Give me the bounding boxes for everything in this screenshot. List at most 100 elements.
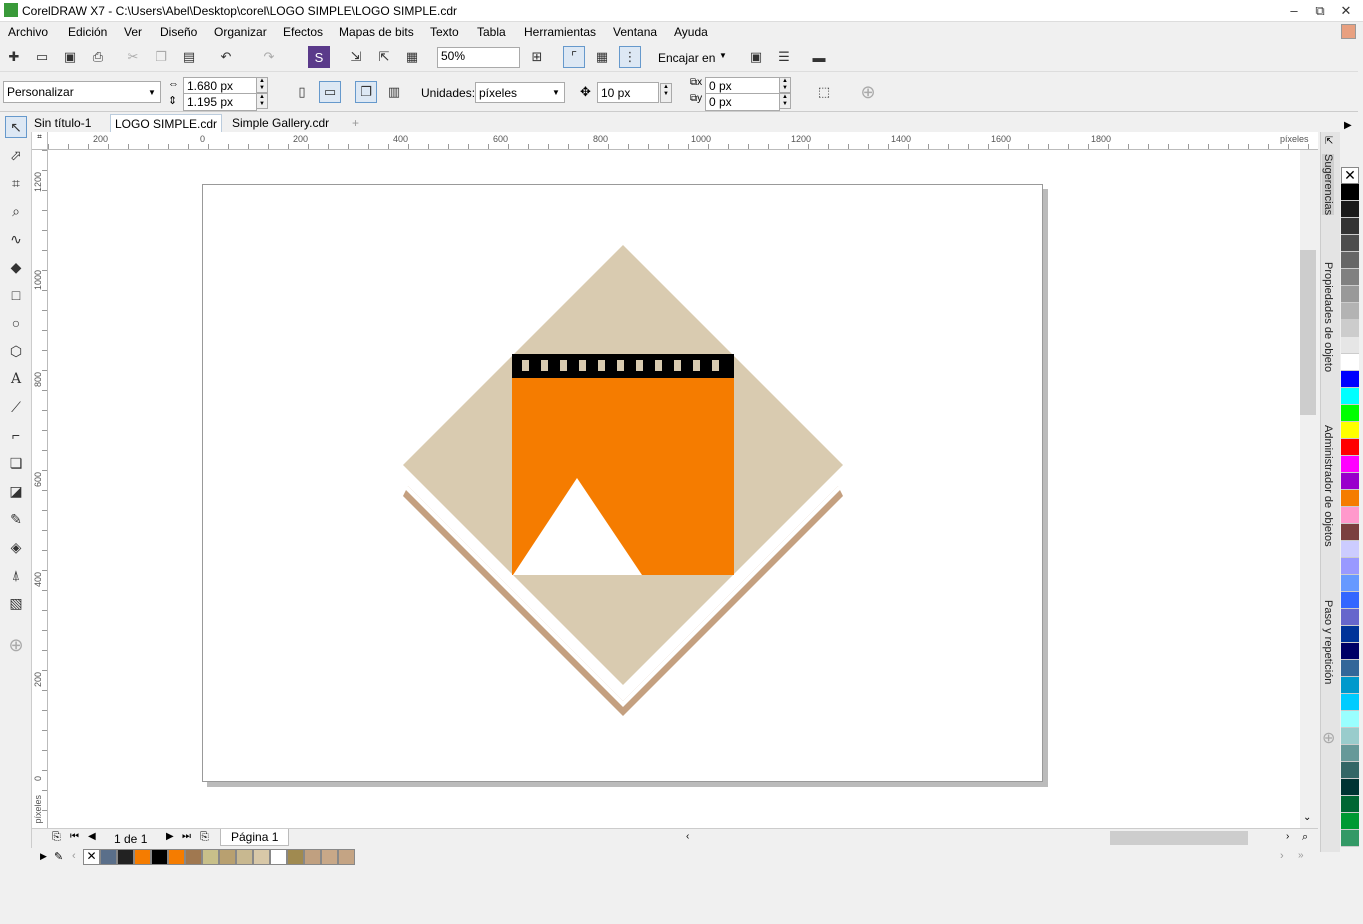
menu-ver[interactable]: Ver (124, 25, 142, 39)
palette-swatch[interactable] (1341, 762, 1359, 779)
add-page-after-icon[interactable]: ⎘ (200, 831, 209, 844)
palette-swatch[interactable] (1341, 626, 1359, 643)
import-icon[interactable]: ⇲ (345, 46, 367, 68)
palette-swatch[interactable] (1341, 660, 1359, 677)
palette-swatch[interactable] (1341, 286, 1359, 303)
height-spinner[interactable]: ▲ ▼ (256, 93, 268, 109)
add-docker-icon[interactable]: ⊕ (1322, 728, 1335, 748)
docpal-swatch[interactable] (338, 849, 355, 865)
palette-swatch[interactable] (1341, 643, 1359, 660)
palette-swatch[interactable] (1341, 439, 1359, 456)
zoom-select[interactable]: 50% (437, 47, 520, 68)
rectangle-tool-icon[interactable]: □ (5, 284, 27, 306)
cut-icon[interactable]: ✂ (122, 46, 144, 68)
prev-page-icon[interactable]: ◀ (88, 831, 96, 842)
shape-tool-icon[interactable]: ⬀ (5, 144, 27, 166)
palette-swatch[interactable] (1341, 473, 1359, 490)
docpal-no-color[interactable]: ✕ (83, 849, 100, 865)
page-tab[interactable]: Página 1 (220, 829, 290, 846)
color-eyedropper-icon[interactable]: ✎ (5, 508, 27, 530)
palette-swatch[interactable] (1341, 320, 1359, 337)
logo-artwork[interactable] (400, 243, 845, 723)
docpal-swatch[interactable] (202, 849, 219, 865)
docpal-eyedropper-icon[interactable]: ✎ (54, 850, 63, 863)
zoom-fit-icon[interactable]: ⊞ (526, 46, 548, 68)
docpal-back-icon[interactable]: ‹ (72, 850, 76, 862)
palette-swatch[interactable] (1341, 813, 1359, 830)
palette-swatch[interactable] (1341, 745, 1359, 762)
palette-arrow-icon[interactable]: ▶ (1344, 120, 1352, 131)
scroll-thumb[interactable] (1300, 250, 1316, 415)
transparency-icon[interactable]: ◪ (5, 480, 27, 502)
menu-mapas-de-bits[interactable]: Mapas de bits (339, 25, 414, 39)
palette-swatch[interactable] (1341, 218, 1359, 235)
docpal-swatch[interactable] (117, 849, 134, 865)
duplicate-y-field[interactable]: 0 px (705, 93, 780, 111)
welcome-screen-icon[interactable]: ▣ (745, 46, 767, 68)
palette-swatch[interactable] (1341, 541, 1359, 558)
menu-ayuda[interactable]: Ayuda (674, 25, 708, 39)
docpal-swatch[interactable] (168, 849, 185, 865)
maximize-button[interactable]: ⧉ (1308, 2, 1332, 20)
export-icon[interactable]: ⇱ (373, 46, 395, 68)
interactive-fill-icon[interactable]: ◈ (5, 536, 27, 558)
palette-swatch[interactable] (1341, 592, 1359, 609)
docpal-swatch[interactable] (253, 849, 270, 865)
palette-swatch[interactable] (1341, 609, 1359, 626)
nudge-distance-field[interactable]: 10 px (597, 82, 659, 103)
all-pages-icon[interactable]: ❐ (355, 81, 377, 103)
docpal-scroll-right-icon[interactable]: › (1280, 850, 1284, 862)
menu-herramientas[interactable]: Herramientas (524, 25, 596, 39)
page-preset-select[interactable]: Personalizar (3, 81, 161, 103)
palette-swatch[interactable] (1341, 252, 1359, 269)
copy-icon[interactable]: ❐ (150, 46, 172, 68)
ellipse-tool-icon[interactable]: ○ (5, 312, 27, 334)
minimize-button[interactable]: – (1282, 2, 1306, 20)
horizontal-ruler[interactable]: 200 0 200 400 600 800 1000 1200 1400 160… (48, 132, 1318, 150)
user-icon[interactable] (1341, 24, 1356, 39)
full-screen-icon[interactable]: ⌜ (563, 46, 585, 68)
guidelines-icon[interactable]: ⋮ (619, 46, 641, 68)
docpal-swatch[interactable] (100, 849, 117, 865)
add-icon[interactable]: ⊕ (857, 81, 879, 103)
docpal-swatch[interactable] (134, 849, 151, 865)
palette-swatch[interactable] (1341, 456, 1359, 473)
palette-swatch[interactable] (1341, 711, 1359, 728)
nudge-spinner[interactable]: ▲ ▼ (660, 83, 672, 103)
palette-swatch[interactable] (1341, 235, 1359, 252)
scroll-down-icon[interactable]: ⌄ (1303, 812, 1311, 823)
print-icon[interactable]: ⎙ (87, 46, 109, 68)
palette-swatch[interactable] (1341, 558, 1359, 575)
smart-fill-tool-icon[interactable]: ⍋ (5, 564, 27, 586)
palette-swatch[interactable] (1341, 728, 1359, 745)
tab-administrador-de-objetos[interactable]: Administrador de objetos (1322, 425, 1334, 547)
palette-swatch[interactable] (1341, 184, 1359, 201)
new-icon[interactable]: ✚ (3, 46, 25, 68)
zoom-tool-icon[interactable]: ⌕ (5, 200, 27, 222)
docpal-swatch[interactable] (304, 849, 321, 865)
undo-icon[interactable]: ↶ (215, 46, 237, 68)
palette-swatch[interactable] (1341, 830, 1359, 847)
no-color-swatch[interactable]: ✕ (1341, 167, 1359, 184)
palette-swatch[interactable] (1341, 507, 1359, 524)
crop-tool-icon[interactable]: ⌗ (5, 172, 27, 194)
redo-icon[interactable]: ↷ (258, 46, 280, 68)
page-height-field[interactable]: 1.195 px (183, 93, 257, 111)
outline-pen-icon[interactable]: ▧ (5, 592, 27, 614)
text-tool-icon[interactable]: A (5, 368, 27, 390)
landscape-icon[interactable]: ▭ (319, 81, 341, 103)
palette-swatch[interactable] (1341, 201, 1359, 218)
menu-diseno[interactable]: Diseño (160, 25, 197, 39)
palette-swatch[interactable] (1341, 303, 1359, 320)
corel-connect-icon[interactable]: S (308, 46, 330, 68)
first-page-icon[interactable]: ⏮ (70, 831, 79, 842)
navigator-zoom-icon[interactable]: ⌕ (1302, 831, 1308, 844)
palette-swatch[interactable] (1341, 337, 1359, 354)
next-page-icon[interactable]: ▶ (166, 831, 174, 842)
tab-sin-titulo[interactable]: Sin título-1 (30, 114, 95, 132)
docpal-expand-icon[interactable]: » (1298, 850, 1304, 861)
palette-swatch[interactable] (1341, 490, 1359, 507)
close-button[interactable]: ✕ (1334, 2, 1358, 20)
palette-swatch[interactable] (1341, 677, 1359, 694)
docpal-swatch[interactable] (151, 849, 168, 865)
